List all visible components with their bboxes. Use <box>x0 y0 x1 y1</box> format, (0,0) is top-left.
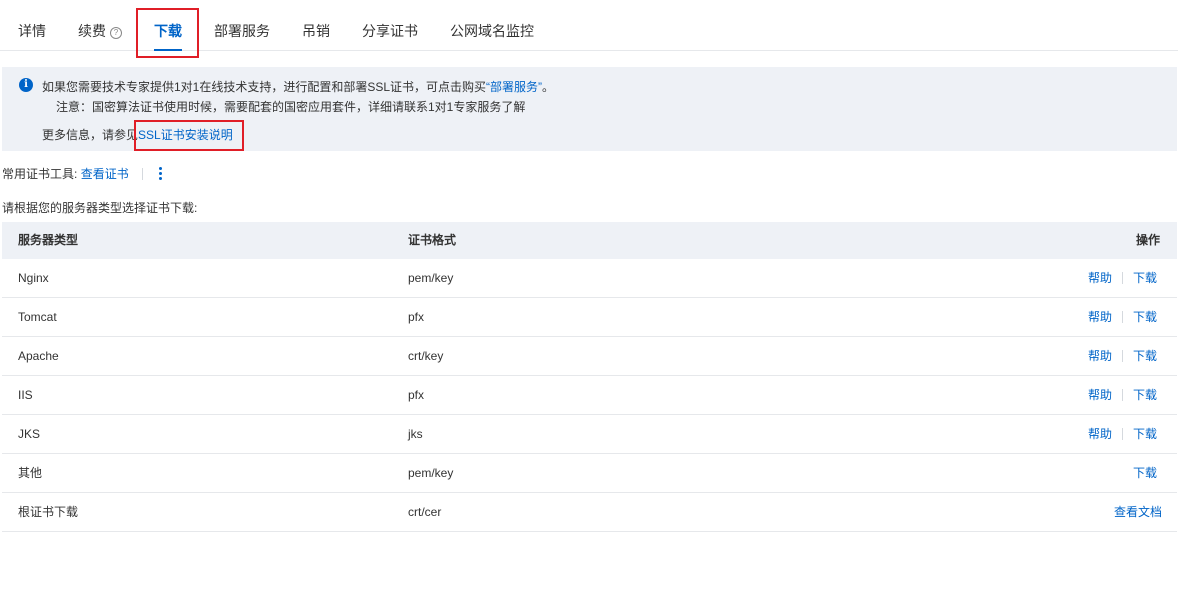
row-actions: 查看文档 <box>1114 493 1162 531</box>
server-type: 其他 <box>18 466 43 480</box>
download-link[interactable]: 下载 <box>1133 310 1157 324</box>
row-actions: 帮助 下载 <box>1088 337 1157 375</box>
table-row: Tomcat pfx 帮助 下载 <box>2 298 1177 337</box>
notice-line-1: 如果您需要技术专家提供1对1在线技术支持，进行配置和部署SSL证书，可点击购买“… <box>42 78 554 95</box>
tab-label: 续费 <box>78 23 106 39</box>
tab-bar: 详情 续费? 下载 部署服务 吊销 分享证书 公网域名监控 <box>0 0 1178 51</box>
tab-label: 公网域名监控 <box>450 23 534 39</box>
cert-format: crt/key <box>408 349 444 363</box>
help-link[interactable]: 帮助 <box>1088 310 1112 324</box>
notice-line-2: 注意：国密算法证书使用时候，需要配套的国密应用套件，详细请联系1对1专家服务了解 <box>56 100 526 114</box>
download-link[interactable]: 下载 <box>1133 349 1157 363</box>
server-type: Nginx <box>18 271 49 285</box>
info-icon: i <box>19 78 33 92</box>
tab-label: 分享证书 <box>362 23 418 39</box>
cert-format: pfx <box>408 388 425 402</box>
deploy-service-link[interactable]: “部署服务” <box>486 80 542 94</box>
table-row: Apache crt/key 帮助 下载 <box>2 337 1177 376</box>
table-header: 服务器类型 证书格式 操作 <box>2 222 1177 259</box>
header-server-type: 服务器类型 <box>18 233 79 247</box>
tab-label: 详情 <box>18 23 46 39</box>
divider <box>1121 428 1123 440</box>
row-actions: 帮助 下载 <box>1088 415 1157 453</box>
download-link[interactable]: 下载 <box>1133 466 1157 480</box>
server-type: JKS <box>18 427 41 441</box>
cert-download-table: 服务器类型 证书格式 操作 Nginx pem/key 帮助 下载 Tomcat … <box>2 222 1177 532</box>
divider <box>1121 350 1123 362</box>
help-icon[interactable]: ? <box>110 27 122 39</box>
notice-text: 如果您需要技术专家提供1对1在线技术支持，进行配置和部署SSL证书，可点击购买 <box>42 80 487 94</box>
download-link[interactable]: 下载 <box>1133 388 1157 402</box>
help-link[interactable]: 帮助 <box>1088 427 1112 441</box>
ssl-install-guide-link[interactable]: SSL证书安装说明 <box>138 128 233 142</box>
tab-revoke[interactable]: 吊销 <box>302 0 330 50</box>
tab-share-cert[interactable]: 分享证书 <box>362 0 418 50</box>
help-link[interactable]: 帮助 <box>1088 388 1112 402</box>
help-link[interactable]: 帮助 <box>1088 271 1112 285</box>
row-actions: 下载 <box>1133 454 1157 492</box>
more-icon[interactable] <box>156 166 164 180</box>
tab-domain-monitor[interactable]: 公网域名监控 <box>450 0 534 50</box>
cert-format: pfx <box>408 310 425 324</box>
tab-download[interactable]: 下载 <box>154 0 182 51</box>
table-row: 其他 pem/key 下载 <box>2 454 1177 493</box>
tab-label: 部署服务 <box>214 23 270 39</box>
help-link[interactable]: 帮助 <box>1088 349 1112 363</box>
table-row: JKS jks 帮助 下载 <box>2 415 1177 454</box>
header-cert-format: 证书格式 <box>408 233 457 247</box>
table-row: IIS pfx 帮助 下载 <box>2 376 1177 415</box>
table-row: Nginx pem/key 帮助 下载 <box>2 259 1177 298</box>
row-actions: 帮助 下载 <box>1088 298 1157 336</box>
server-type: Tomcat <box>18 310 57 324</box>
server-type: 根证书下载 <box>18 505 79 519</box>
cert-format: pem/key <box>408 466 454 480</box>
header-actions: 操作 <box>1135 233 1160 247</box>
info-notice: i 如果您需要技术专家提供1对1在线技术支持，进行配置和部署SSL证书，可点击购… <box>2 67 1177 151</box>
view-doc-link[interactable]: 查看文档 <box>1114 505 1162 519</box>
tab-details[interactable]: 详情 <box>18 0 46 50</box>
table-row: 根证书下载 crt/cer 查看文档 <box>2 493 1177 532</box>
download-link[interactable]: 下载 <box>1133 427 1157 441</box>
row-actions: 帮助 下载 <box>1088 376 1157 414</box>
server-type: IIS <box>18 388 33 402</box>
notice-text: 更多信息，请参见 <box>42 128 139 142</box>
tab-label: 下载 <box>154 23 182 39</box>
section-subtitle: 请根据您的服务器类型选择证书下载: <box>2 201 198 215</box>
notice-line-3: 更多信息，请参见SSL证书安装说明 <box>42 126 233 143</box>
divider <box>1121 311 1123 323</box>
tab-deploy-service[interactable]: 部署服务 <box>214 0 270 50</box>
tools-label: 常用证书工具: <box>2 167 78 181</box>
divider <box>1121 389 1123 401</box>
divider <box>1121 272 1123 284</box>
cert-tools: 常用证书工具: 查看证书 <box>2 166 164 182</box>
divider <box>142 168 144 180</box>
view-cert-link[interactable]: 查看证书 <box>81 167 129 181</box>
cert-format: crt/cer <box>408 505 442 519</box>
tab-renew[interactable]: 续费? <box>78 0 122 50</box>
server-type: Apache <box>18 349 59 363</box>
cert-format: jks <box>408 427 423 441</box>
row-actions: 帮助 下载 <box>1088 259 1157 297</box>
download-link[interactable]: 下载 <box>1133 271 1157 285</box>
notice-text: 。 <box>542 80 555 94</box>
tab-label: 吊销 <box>302 23 330 39</box>
cert-format: pem/key <box>408 271 454 285</box>
